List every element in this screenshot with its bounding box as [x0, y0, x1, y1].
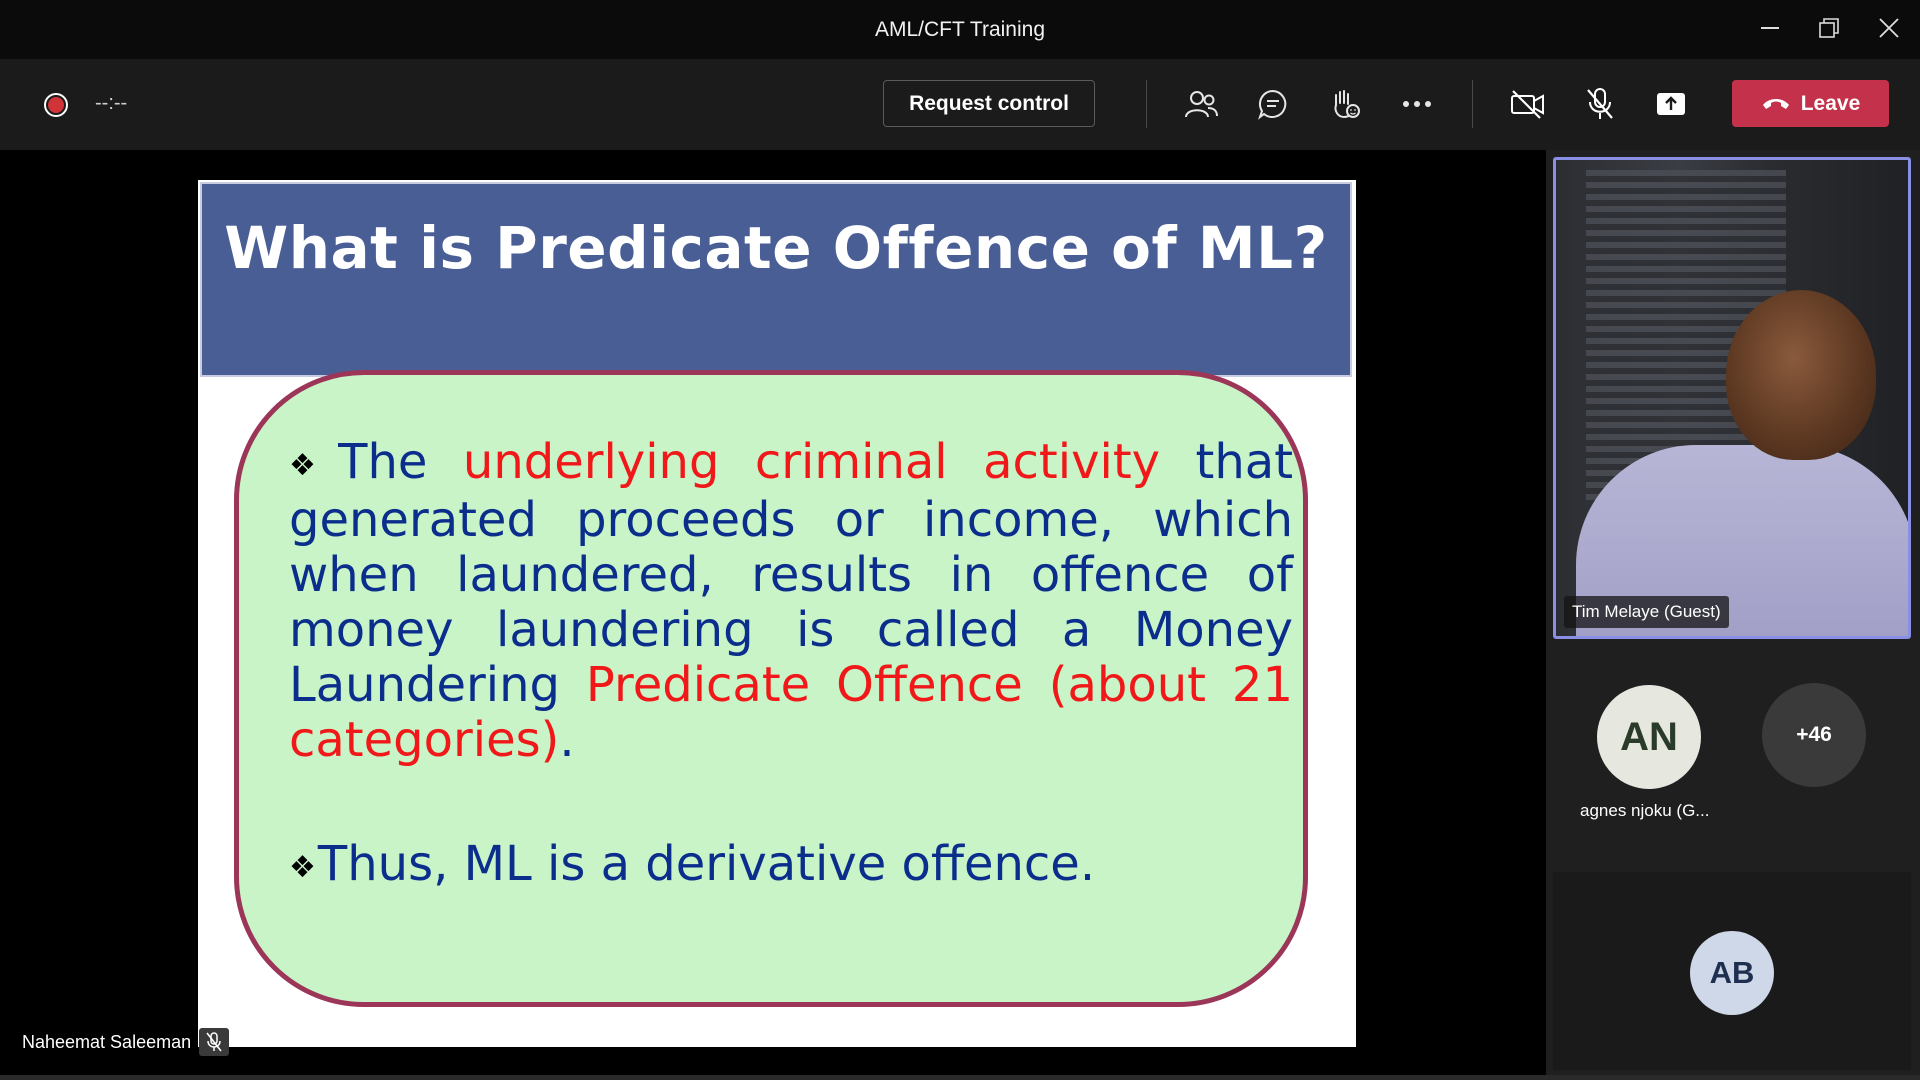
slide-header: What is Predicate Offence of ML?: [200, 182, 1352, 377]
toolbar-divider: [1472, 80, 1473, 128]
request-control-button[interactable]: Request control: [883, 80, 1095, 127]
slide-title: What is Predicate Offence of ML?: [224, 214, 1328, 282]
phone-hangup-icon: [1761, 92, 1791, 116]
participant-video-tile[interactable]: Tim Melaye (Guest): [1553, 157, 1911, 639]
chat-icon[interactable]: [1253, 84, 1293, 124]
camera-off-icon[interactable]: [1508, 84, 1548, 124]
title-bar: AML/CFT Training: [0, 0, 1920, 59]
avatar-label: agnes njoku (G...: [1580, 801, 1710, 820]
bullet-highlight: underlying criminal activity: [462, 434, 1161, 490]
minimize-icon[interactable]: [1750, 10, 1790, 46]
restore-icon[interactable]: [1809, 10, 1849, 46]
close-icon[interactable]: [1869, 10, 1909, 46]
leave-button[interactable]: Leave: [1732, 80, 1889, 127]
bullet-diamond-icon: ❖: [289, 447, 337, 483]
bullet-point-1: ❖The underlying criminal activity that g…: [289, 435, 1293, 768]
mic-off-icon[interactable]: [1580, 84, 1620, 124]
bullet-point-2: ❖Thus, ML is a derivative offence.: [289, 837, 1293, 895]
bullet-diamond-icon: ❖: [289, 849, 316, 885]
leave-label: Leave: [1800, 91, 1861, 115]
more-icon[interactable]: [1397, 84, 1437, 124]
toolbar-divider: [1146, 80, 1147, 128]
share-icon[interactable]: [1651, 84, 1691, 124]
window-title: AML/CFT Training: [875, 17, 1045, 41]
participants-icon[interactable]: [1181, 84, 1221, 124]
presenter-name-tag: Naheemat Saleeman: [22, 1028, 230, 1056]
presentation-slide: What is Predicate Offence of ML? ❖The un…: [198, 180, 1356, 1047]
presenter-name: Naheemat Saleeman: [22, 1031, 192, 1052]
meeting-timer: --:--: [95, 92, 128, 114]
bullet-text: Thus, ML is a derivative offence.: [317, 836, 1096, 892]
bottom-strip: [0, 1075, 1920, 1080]
slide-content-box: ❖The underlying criminal activity that g…: [234, 370, 1308, 1007]
more-participants-badge[interactable]: +46: [1762, 683, 1866, 787]
bullet-text: .: [559, 711, 575, 768]
participant-head: [1726, 290, 1876, 460]
mic-off-icon: [199, 1028, 230, 1056]
recording-icon: [44, 93, 68, 117]
avatar[interactable]: AN: [1597, 685, 1701, 789]
participant-name-tag: Tim Melaye (Guest): [1564, 596, 1729, 628]
raise-hand-icon[interactable]: [1325, 84, 1365, 124]
bullet-text: The: [338, 434, 463, 490]
avatar[interactable]: AB: [1690, 931, 1774, 1015]
